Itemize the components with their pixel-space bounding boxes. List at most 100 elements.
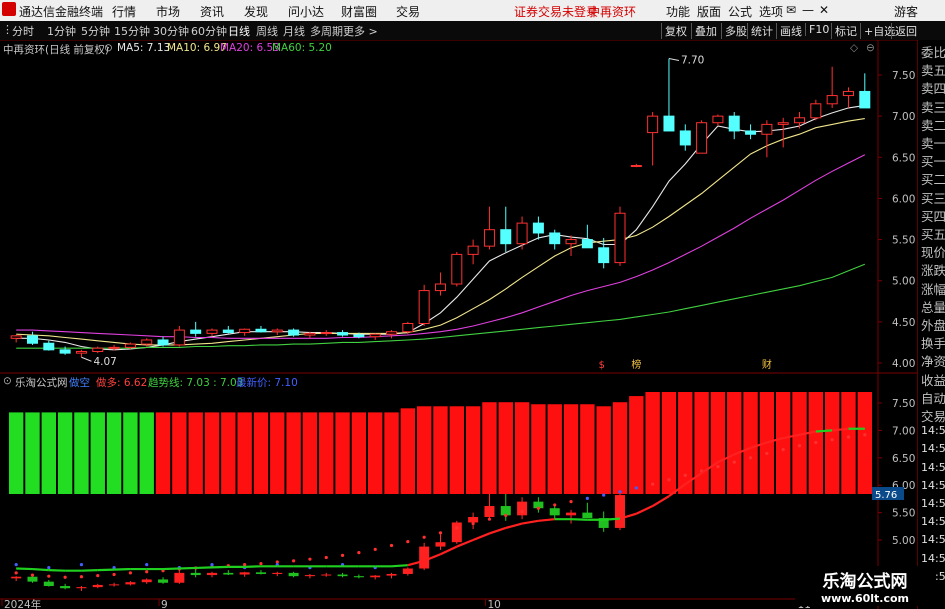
side-panel-item: 净资 [921, 354, 945, 370]
trend-line-segment [16, 567, 33, 571]
signal-dot [585, 496, 589, 500]
app-title: 通达信金融终端 [19, 5, 104, 19]
signal-dot [683, 473, 687, 477]
candle-body [647, 115, 659, 134]
candle-body [745, 130, 757, 135]
candle-body [337, 332, 349, 336]
back-button[interactable]: 返回 [891, 23, 917, 39]
signal-dot [455, 526, 459, 530]
sub-candle-body [76, 587, 87, 589]
menu-discover[interactable]: 发现 [244, 3, 268, 20]
login-status[interactable]: 证券交易未登录 [514, 3, 598, 20]
menu-function[interactable]: 功能 [666, 3, 690, 20]
menu-wealth[interactable]: 财富圈 [341, 3, 377, 20]
signal-band-bar [384, 412, 399, 494]
signal-dot [112, 572, 116, 577]
signal-band-bar [710, 392, 726, 494]
signal-dot [520, 509, 524, 514]
sub-candle-body [174, 572, 185, 583]
minimize-icon[interactable]: — [802, 3, 814, 17]
side-panel-item: 卖四 [921, 81, 945, 97]
overlay-button[interactable]: 叠加 [691, 23, 717, 39]
signal-dot [830, 438, 834, 442]
menu-trade[interactable]: 交易 [396, 3, 420, 20]
f10-button[interactable]: F10 [805, 23, 829, 36]
trend-line-segment [211, 565, 229, 569]
candle-body [255, 328, 267, 333]
sub-candle-body [582, 512, 593, 519]
signal-dot [292, 559, 296, 563]
adjust-button[interactable]: 复权 [661, 23, 687, 39]
watermark-logo: 乐淘公式网 www.60lt.com [795, 566, 935, 606]
chart-canvas[interactable]: 7.50 7.00 6.50 6.00 5.50 5.00 4.50 4.00 7.70 4.07… [0, 40, 917, 609]
signal-band-bar [694, 392, 709, 494]
period-tab-weekly[interactable]: 周线 [256, 23, 278, 39]
period-tab-daily[interactable]: 日线 [228, 23, 250, 39]
sub-candle-body [288, 572, 299, 577]
signal-band-bar [841, 392, 856, 494]
statistics-button[interactable]: 统计 [747, 23, 773, 39]
trend-line-segment [505, 522, 523, 530]
signal-band-bar [302, 412, 318, 494]
candle-body [92, 347, 104, 352]
signal-dot [732, 460, 736, 464]
signal-dot [863, 433, 867, 437]
close-icon[interactable]: ✕ [819, 3, 829, 17]
menu-news[interactable]: 资讯 [200, 3, 224, 20]
period-tab-60min[interactable]: 60分钟 [191, 23, 227, 39]
sub-y-tick-label: 7.50 [892, 398, 915, 410]
sub-candle-body [435, 542, 446, 547]
period-tab-monthly[interactable]: 月线 [283, 23, 305, 39]
signal-band-bar [188, 412, 203, 494]
candle-body [794, 117, 806, 124]
period-tab-more[interactable]: 更多 > [343, 23, 378, 39]
menu-market[interactable]: 市场 [156, 3, 180, 20]
user-label[interactable]: 游客 [894, 3, 918, 20]
candle-body [532, 222, 544, 234]
sub-y-tick-label: 5.50 [892, 508, 915, 520]
signal-dot [765, 451, 769, 456]
candle-body [271, 329, 283, 333]
mail-icon[interactable]: ✉ [786, 3, 796, 17]
sub-candle-body [27, 576, 38, 582]
add-watchlist-button[interactable]: +自选 [860, 23, 895, 39]
stock-name-title: 中再资环 [588, 5, 637, 19]
signal-band-bar [139, 412, 154, 494]
period-tab-multi[interactable]: 多周期 [310, 23, 343, 39]
period-tab-intraday[interactable]: 分时 [12, 23, 34, 39]
sub-candle-body [468, 516, 479, 523]
candle-body [418, 290, 430, 325]
side-panel-item: 卖五 [921, 63, 945, 79]
candle-body [386, 331, 398, 335]
menu-layout[interactable]: 版面 [697, 3, 721, 20]
candle-body [124, 343, 136, 348]
candle-body [369, 333, 381, 338]
menu-formula[interactable]: 公式 [728, 3, 752, 20]
trend-line-segment [32, 567, 49, 572]
sub-candle-body [353, 576, 364, 578]
signal-dot [667, 478, 671, 482]
candle-body [467, 245, 479, 255]
candle-body [565, 239, 577, 245]
side-panel-item: 14:56 [921, 497, 945, 510]
menu-ask[interactable]: 问小达 [288, 3, 324, 20]
period-tab-30min[interactable]: 30分钟 [153, 23, 189, 39]
draw-line-button[interactable]: 画线 [776, 23, 802, 39]
x-tick-label: 10 [487, 599, 500, 609]
trend-line-segment [195, 566, 213, 570]
multi-stock-button[interactable]: 多股 [721, 23, 747, 39]
period-tab-1min[interactable]: 1分钟 [47, 23, 76, 39]
period-tab-5min[interactable]: 5分钟 [81, 23, 110, 39]
side-panel-item: 委比 [921, 45, 945, 60]
menu-quotes[interactable]: 行情 [112, 3, 136, 20]
candle-body [304, 332, 316, 336]
signal-band-bar [74, 412, 89, 494]
sub-y-tick-label: 6.50 [892, 453, 915, 465]
candle-body [222, 329, 234, 334]
main-y-tick-label: 7.00 [892, 111, 915, 123]
mark-button[interactable]: 标记 [831, 23, 857, 39]
candle-body [108, 346, 120, 349]
period-tab-15min[interactable]: 15分钟 [114, 23, 150, 39]
menu-options[interactable]: 选项 [759, 3, 783, 20]
sub-candle-body [386, 573, 397, 576]
